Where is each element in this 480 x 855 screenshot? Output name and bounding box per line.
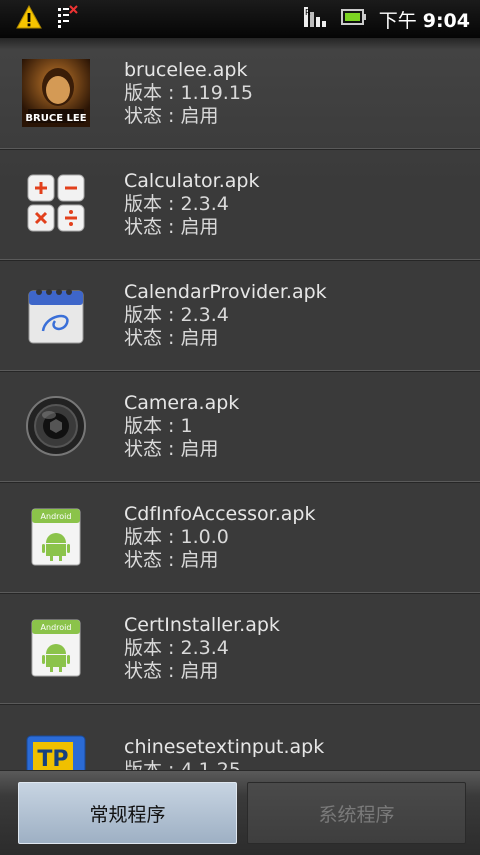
bruce-lee-icon: BRUCE LEE bbox=[20, 57, 92, 129]
app-name: chinesetextinput.apk bbox=[124, 736, 325, 758]
app-version: 版本 : 4.1.25 bbox=[124, 759, 241, 770]
tab-general-apps[interactable]: 常规程序 bbox=[18, 782, 237, 844]
android-package-icon: Android bbox=[20, 612, 92, 684]
app-version: 版本 : 2.3.4 bbox=[124, 636, 229, 659]
camera-icon bbox=[20, 390, 92, 462]
time-period: 下午 bbox=[378, 9, 417, 32]
app-name: CertInstaller.apk bbox=[124, 613, 280, 636]
list-item[interactable]: TP chinesetextinput.apk 版本 : 4.1.25 bbox=[0, 704, 480, 770]
app-version: 版本 : 1 bbox=[124, 414, 193, 437]
data-error-icon bbox=[56, 5, 78, 33]
app-version: 版本 : 2.3.4 bbox=[124, 303, 229, 326]
app-status: 状态 : 启用 bbox=[124, 215, 219, 238]
svg-text:Android: Android bbox=[41, 512, 72, 521]
app-status: 状态 : 启用 bbox=[124, 659, 219, 682]
app-status: 状态 : 启用 bbox=[124, 104, 219, 127]
tab-bar: 常规程序 系统程序 bbox=[0, 770, 480, 855]
svg-text:Android: Android bbox=[41, 623, 72, 632]
signal-icon: R bbox=[303, 4, 329, 34]
text-input-icon: TP bbox=[20, 723, 92, 770]
list-item[interactable]: Android CdfInfoAccessor.apk 版本 : 1.0.0 状… bbox=[0, 482, 480, 593]
app-version: 版本 : 2.3.4 bbox=[124, 192, 229, 215]
app-name: Calculator.apk bbox=[124, 169, 260, 192]
tab-system-apps[interactable]: 系统程序 bbox=[247, 782, 466, 844]
list-item[interactable]: BRUCE LEE brucelee.apk 版本 : 1.19.15 状态 :… bbox=[0, 38, 480, 149]
app-version: 版本 : 1.0.0 bbox=[124, 525, 229, 548]
list-item[interactable]: CalendarProvider.apk 版本 : 2.3.4 状态 : 启用 bbox=[0, 260, 480, 371]
svg-text:BRUCE LEE: BRUCE LEE bbox=[25, 113, 86, 124]
svg-text:R: R bbox=[305, 8, 311, 17]
time-value: 9:04 bbox=[422, 9, 470, 32]
status-bar: R 下午 9:04 bbox=[0, 0, 480, 38]
app-name: brucelee.apk bbox=[124, 58, 248, 81]
android-package-icon: Android bbox=[20, 501, 92, 573]
app-status: 状态 : 启用 bbox=[124, 326, 219, 349]
app-name: CalendarProvider.apk bbox=[124, 280, 327, 303]
app-status: 状态 : 启用 bbox=[124, 437, 219, 460]
app-name: CdfInfoAccessor.apk bbox=[124, 502, 316, 525]
app-version: 版本 : 1.19.15 bbox=[124, 81, 254, 104]
clock: 下午 9:04 bbox=[379, 6, 470, 33]
list-item[interactable]: Camera.apk 版本 : 1 状态 : 启用 bbox=[0, 371, 480, 482]
app-name: Camera.apk bbox=[124, 391, 240, 414]
app-status: 状态 : 启用 bbox=[124, 548, 219, 571]
battery-icon bbox=[340, 8, 367, 30]
app-list[interactable]: BRUCE LEE brucelee.apk 版本 : 1.19.15 状态 :… bbox=[0, 38, 480, 770]
list-item[interactable]: Calculator.apk 版本 : 2.3.4 状态 : 启用 bbox=[0, 149, 480, 260]
svg-text:TP: TP bbox=[37, 747, 68, 770]
warning-icon bbox=[16, 4, 42, 33]
calculator-icon bbox=[20, 168, 92, 240]
calendar-icon bbox=[20, 279, 92, 351]
list-item[interactable]: Android CertInstaller.apk 版本 : 2.3.4 状态 … bbox=[0, 593, 480, 704]
